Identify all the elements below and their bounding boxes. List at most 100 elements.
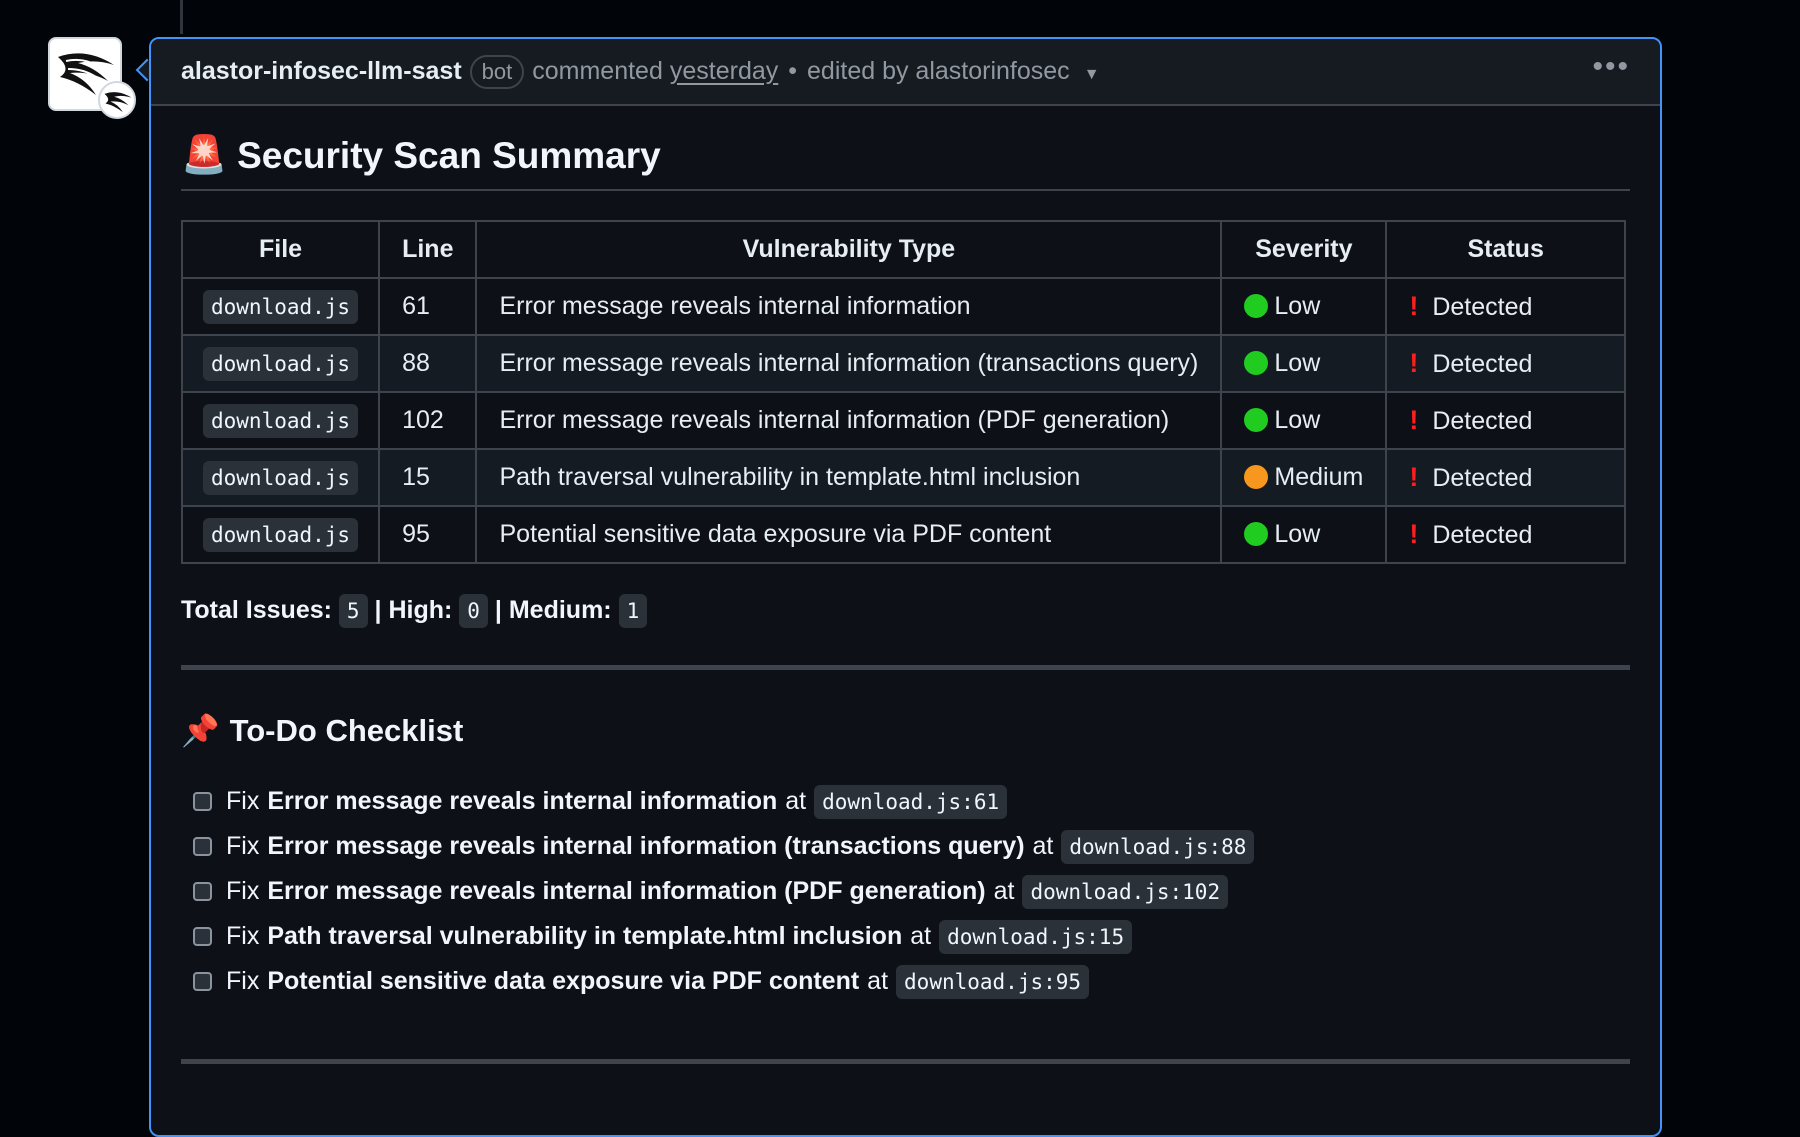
task-checkbox[interactable] (193, 837, 212, 856)
task-checkbox[interactable] (193, 882, 212, 901)
task-location: download.js:102 (1022, 874, 1229, 909)
table-row: download.js 88 Error message reveals inter… (180, 334, 1626, 393)
total-issues-value: 5 (338, 594, 368, 628)
high-label: | High: (374, 596, 453, 624)
task-title: Error message reveals internal informati… (267, 832, 1025, 860)
cell-type: Error message reveals internal informati… (475, 334, 1223, 393)
list-item: Fix Error message reveals internal inform… (193, 869, 1630, 914)
task-title: Path traversal vulnerability in template… (267, 922, 903, 950)
bot-badge (98, 81, 136, 119)
cell-status: ! Detected (1385, 448, 1626, 507)
task-checkbox[interactable] (193, 792, 212, 811)
edited-by-dropdown[interactable]: edited by alastorinfosec ▼ (807, 57, 1100, 86)
status-label: Detected (1432, 293, 1533, 321)
severity-label: Low (1274, 406, 1321, 434)
severity-circle-icon (1244, 465, 1269, 489)
divider (181, 1059, 1630, 1064)
task-title: Potential sensitive data exposure via PD… (267, 967, 860, 995)
at-word: at (867, 967, 889, 995)
table-body: download.js 61 Error message reveals inter… (180, 277, 1626, 564)
list-item: Fix Error message reveals internal inform… (193, 824, 1630, 869)
cell-status: ! Detected (1385, 334, 1626, 393)
comment-header: alastor-infosec-llm-sast bot commented y… (151, 39, 1660, 106)
cell-type: Error message reveals internal informati… (475, 277, 1223, 336)
task-checkbox[interactable] (193, 927, 212, 946)
todo-checklist: Fix Error message reveals internal inform… (181, 779, 1630, 1004)
table-row: download.js 15 Path traversal vulnerabilit… (180, 448, 1626, 507)
high-value: 0 (459, 594, 488, 628)
cell-status: ! Detected (1385, 505, 1626, 564)
exclamation-icon: ! (1409, 291, 1419, 321)
cell-line: 15 (378, 448, 478, 507)
cell-type: Potential sensitive data exposure via PD… (475, 505, 1223, 564)
summary-heading: 🚨 Security Scan Summary (181, 106, 1630, 191)
cell-severity: Low (1220, 505, 1388, 564)
at-word: at (993, 877, 1015, 905)
table-row: download.js 102 Error message reveals inte… (180, 391, 1626, 450)
cell-severity: Low (1220, 277, 1388, 336)
comment-body: 🚨 Security Scan Summary File Line Vulner… (151, 106, 1660, 1064)
exclamation-icon: ! (1409, 462, 1419, 492)
checklist-heading: 📌 To-Do Checklist (181, 712, 1630, 749)
severity-label: Medium (1274, 463, 1364, 491)
cell-line: 88 (378, 334, 478, 393)
table-header-row: File Line Vulnerability Type Severity St… (180, 220, 1626, 279)
cell-severity: Low (1220, 334, 1388, 393)
cell-line: 102 (378, 391, 478, 450)
status-label: Detected (1432, 407, 1533, 435)
table-row: download.js 61 Error message reveals inter… (180, 277, 1626, 336)
col-header-type: Vulnerability Type (475, 220, 1223, 279)
file-code: download.js (203, 347, 359, 381)
list-item: Fix Potential sensitive data exposure via… (193, 959, 1630, 1004)
author-link[interactable]: alastor-infosec-llm-sast (181, 57, 462, 86)
scan-table: File Line Vulnerability Type Severity St… (180, 220, 1626, 564)
edited-by-label: edited by alastorinfosec (807, 57, 1070, 85)
totals-line: Total Issues: 5 | High: 0 | Medium: 1 (181, 594, 1630, 628)
col-header-file: File (180, 220, 381, 279)
severity-circle-icon (1244, 294, 1269, 318)
cell-file: download.js (180, 277, 381, 336)
task-location: download.js:15 (939, 919, 1133, 954)
kebab-menu-icon[interactable]: ••• (1592, 52, 1630, 82)
severity-circle-icon (1244, 522, 1269, 546)
cell-severity: Medium (1220, 448, 1388, 507)
col-header-severity: Severity (1220, 220, 1388, 279)
medium-label: | Medium: (494, 596, 612, 624)
task-location: download.js:61 (814, 784, 1008, 819)
comment-box: alastor-infosec-llm-sast bot commented y… (149, 37, 1662, 1137)
table-row: download.js 95 Potential sensitive data ex… (180, 505, 1626, 564)
comment-time-link[interactable]: yesterday (670, 57, 778, 86)
comment-action: commented (532, 57, 663, 85)
task-checkbox[interactable] (193, 972, 212, 991)
task-title: Error message reveals internal informati… (267, 787, 778, 815)
list-item: Fix Path traversal vulnerability in templ… (193, 914, 1630, 959)
cell-type: Path traversal vulnerability in template… (475, 448, 1223, 507)
severity-circle-icon (1244, 351, 1269, 375)
col-header-status: Status (1385, 220, 1626, 279)
status-label: Detected (1432, 464, 1533, 492)
caret-down-icon: ▼ (1083, 66, 1100, 83)
task-title: Error message reveals internal informati… (267, 877, 986, 905)
file-code: download.js (203, 290, 359, 324)
avatar[interactable] (48, 37, 136, 119)
file-code: download.js (203, 461, 359, 495)
cell-line: 95 (378, 505, 478, 564)
file-code: download.js (203, 404, 359, 438)
file-code: download.js (203, 518, 359, 552)
timeline-line (180, 0, 183, 34)
col-header-line: Line (378, 220, 478, 279)
list-item: Fix Error message reveals internal inform… (193, 779, 1630, 824)
cell-file: download.js (180, 334, 381, 393)
fix-prefix: Fix (226, 877, 260, 905)
task-location: download.js:95 (896, 964, 1090, 999)
severity-label: Low (1274, 292, 1321, 320)
at-word: at (910, 922, 932, 950)
divider (181, 665, 1630, 670)
severity-label: Low (1274, 520, 1321, 548)
at-word: at (1032, 832, 1054, 860)
cell-file: download.js (180, 505, 381, 564)
severity-circle-icon (1244, 408, 1269, 432)
severity-label: Low (1274, 349, 1321, 377)
checklist-title: To-Do Checklist (229, 712, 464, 748)
status-label: Detected (1432, 350, 1533, 378)
